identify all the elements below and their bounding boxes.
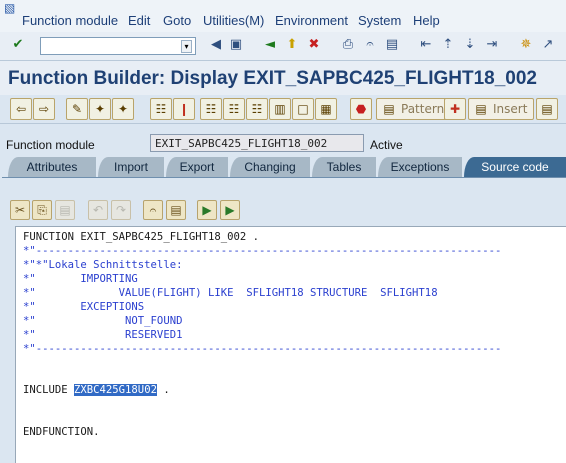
insert-line-icon[interactable]: ▶ — [197, 200, 217, 220]
previous-page-icon[interactable]: ⇡ — [440, 37, 456, 53]
search-next-icon[interactable]: ▤ — [166, 200, 186, 220]
menu-edit[interactable]: Edit — [128, 13, 150, 28]
where-used-icon[interactable]: ☷ — [200, 98, 222, 120]
activate-icon[interactable]: ✦ — [112, 98, 134, 120]
status-text: Active — [370, 138, 403, 152]
menu-goto[interactable]: Goto — [163, 13, 191, 28]
code-line-comment: *" EXCEPTIONS — [23, 301, 145, 313]
find-next-icon[interactable]: ▤ — [384, 37, 400, 53]
command-history-icon[interactable]: ▾ — [181, 40, 192, 53]
cancel-icon[interactable]: ✖ — [306, 37, 322, 53]
back-icon[interactable]: ◄ — [262, 37, 278, 53]
code-line-comment: *" VALUE(FLIGHT) LIKE SFLIGHT18 STRUCTUR… — [23, 287, 438, 299]
cut-icon[interactable]: ✂ — [10, 200, 30, 220]
application-toolbar: ⇦ ⇨ ✎ ✦ ✦ ☷ ❙ ☷ ☷ ☷ ▥ □ ▦ ⬣ ▤ Pattern ✚ … — [0, 95, 566, 124]
last-page-icon[interactable]: ⇥ — [484, 37, 500, 53]
menu-system[interactable]: System — [358, 13, 401, 28]
function-module-field[interactable]: EXIT_SAPBC425_FLIGHT18_002 — [150, 134, 364, 152]
title-bar: Function Builder: Display EXIT_SAPBC425_… — [0, 61, 566, 95]
navigation-window-icon[interactable]: ☷ — [246, 98, 268, 120]
tab-source-code[interactable]: Source code — [464, 157, 566, 177]
tab-strip: Attributes Import Export Changing Tables… — [0, 157, 566, 177]
pattern-icon: ▤ — [383, 102, 395, 116]
insert-icon: ▤ — [475, 102, 487, 116]
replace-icon[interactable]: ▤ — [536, 98, 558, 120]
first-page-icon[interactable]: ⇤ — [418, 37, 434, 53]
object-list-icon[interactable]: ☷ — [223, 98, 245, 120]
menu-bar: ▧ Function module Edit Goto Utilities(M)… — [0, 0, 566, 33]
next-page-icon[interactable]: ⇣ — [462, 37, 478, 53]
pretty-printer-icon[interactable]: ✚ — [444, 98, 466, 120]
code-line-comment: *" RESERVED1 — [23, 329, 183, 341]
undo-icon[interactable]: ↶ — [88, 200, 108, 220]
tab-tables[interactable]: Tables — [312, 157, 376, 177]
enter-check-icon[interactable]: ✔ — [10, 37, 26, 53]
search-code-icon[interactable]: 𝄐 — [143, 200, 163, 220]
code-line-comment: *"--------------------------------------… — [23, 343, 502, 355]
print-icon[interactable]: ⎙ — [340, 37, 356, 53]
code-line-comment: *"*"Lokale Schnittstelle: — [23, 259, 183, 271]
standard-toolbar: ✔ ▾ ◀ ▣ ◄ ⬆ ✖ ⎙ 𝄐 ▤ ⇤ ⇡ ⇣ ⇥ ✵ ↗ — [0, 32, 566, 61]
forward-nav-icon[interactable]: ⇨ — [33, 98, 55, 120]
check-icon[interactable]: ☷ — [150, 98, 172, 120]
insert-button[interactable]: ▤ Insert — [468, 98, 535, 120]
find-icon[interactable]: 𝄐 — [362, 37, 378, 53]
shortcut-icon[interactable]: ↗ — [540, 37, 556, 53]
tab-attributes[interactable]: Attributes — [8, 157, 96, 177]
include-keyword: INCLUDE — [23, 384, 75, 396]
page-title: Function Builder: Display EXIT_SAPBC425_… — [8, 68, 537, 89]
other-object-icon[interactable]: ✦ — [89, 98, 111, 120]
command-field[interactable]: ▾ — [40, 37, 196, 55]
include-terminator: . — [156, 384, 170, 396]
function-module-label: Function module — [6, 138, 95, 152]
help-layout-icon[interactable]: ▦ — [315, 98, 337, 120]
window-menu-icon[interactable]: ▧ — [4, 1, 18, 15]
upload-icon[interactable]: ▶ — [220, 200, 240, 220]
redo-icon[interactable]: ↷ — [111, 200, 131, 220]
insert-label: Insert — [493, 102, 528, 116]
menu-utilities[interactable]: Utilities(M) — [203, 13, 264, 28]
code-line: FUNCTION EXIT_SAPBC425_FLIGHT18_002 . — [23, 231, 259, 243]
code-line-comment: *"--------------------------------------… — [23, 245, 502, 257]
include-line: INCLUDE ZXBC425G18U02 . — [23, 384, 170, 396]
pattern-button[interactable]: ▤ Pattern — [376, 98, 452, 120]
copy-icon[interactable]: ⎘ — [32, 200, 52, 220]
exit-icon[interactable]: ⬆ — [284, 37, 300, 53]
tab-export[interactable]: Export — [166, 157, 228, 177]
menu-help[interactable]: Help — [413, 13, 440, 28]
create-session-icon[interactable]: ✵ — [518, 37, 534, 53]
code-line: ENDFUNCTION. — [23, 426, 100, 438]
test-icon[interactable]: ❙ — [173, 98, 195, 120]
back-nav-icon[interactable]: ⇦ — [10, 98, 32, 120]
display-object-list-icon[interactable]: ▥ — [269, 98, 291, 120]
include-name-selected[interactable]: ZXBC425G18U02 — [74, 384, 157, 396]
source-code-editor[interactable]: FUNCTION EXIT_SAPBC425_FLIGHT18_002 . *"… — [15, 226, 566, 463]
paste-icon[interactable]: ▤ — [55, 200, 75, 220]
display-change-icon[interactable]: ✎ — [66, 98, 88, 120]
tab-exceptions[interactable]: Exceptions — [378, 157, 462, 177]
save-icon[interactable]: ▣ — [228, 37, 244, 53]
pattern-label: Pattern — [401, 102, 445, 116]
menu-environment[interactable]: Environment — [275, 13, 348, 28]
breakpoint-icon[interactable]: □ — [292, 98, 314, 120]
menu-function-module[interactable]: Function module — [22, 13, 118, 28]
code-line-comment: *" NOT_FOUND — [23, 315, 183, 327]
tab-import[interactable]: Import — [98, 157, 164, 177]
back-arrow-icon[interactable]: ◀ — [208, 37, 224, 53]
tab-changing[interactable]: Changing — [230, 157, 310, 177]
stop-breakpoint-icon[interactable]: ⬣ — [350, 98, 372, 120]
code-line-comment: *" IMPORTING — [23, 273, 138, 285]
